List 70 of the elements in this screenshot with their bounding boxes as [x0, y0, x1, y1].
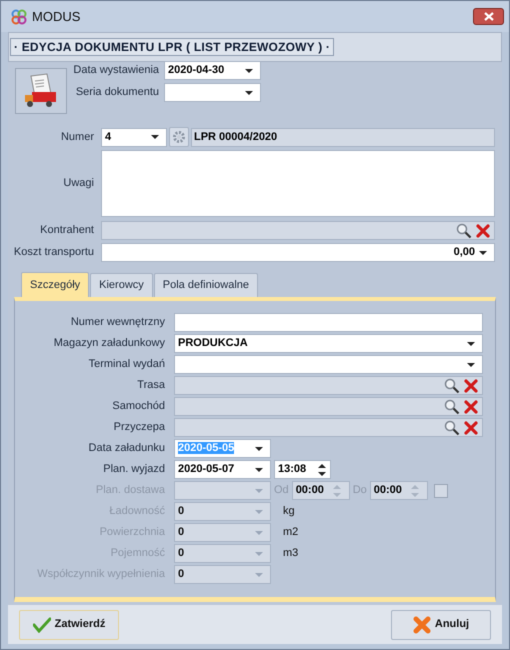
close-icon — [484, 12, 494, 21]
search-icon[interactable] — [456, 222, 472, 238]
lookup-field[interactable] — [174, 418, 483, 437]
field-label: Przyczepa — [112, 420, 165, 436]
lookup-field[interactable] — [174, 397, 483, 416]
field-label: Koszt transportu — [12, 245, 94, 260]
caret-icon — [479, 250, 487, 254]
field-label: Numer wewnętrzny — [70, 315, 165, 330]
dropdown-field[interactable]: PRODUKCJA — [174, 334, 483, 353]
window-title: MODUS — [32, 8, 82, 26]
caret-icon — [255, 446, 263, 450]
field-label: Seria dokumentu — [74, 85, 159, 100]
number-field[interactable]: 4 — [101, 128, 167, 146]
document-number-field: LPR 00004/2020 — [191, 128, 495, 146]
caret-icon — [467, 362, 475, 366]
dropdown-field[interactable] — [164, 83, 261, 102]
caret-icon — [255, 468, 263, 472]
caret-icon — [255, 530, 263, 534]
tab[interactable]: Szczegóły — [21, 272, 90, 297]
confirm-button[interactable]: Zatwierdź — [19, 610, 119, 640]
caret-icon — [255, 552, 263, 556]
lookup-field[interactable] — [174, 376, 483, 395]
search-icon[interactable] — [444, 420, 460, 436]
header-title: · EDYCJA DOKUMENTU LPR ( LIST PRZEWOZOWY ) · — [10, 38, 334, 56]
truck-document-drawing — [23, 73, 59, 109]
field-label: Numer — [60, 130, 94, 145]
field-label: Data załadunku — [88, 441, 165, 456]
time-field[interactable]: 13:08 — [274, 460, 331, 479]
field-label: Samochód — [111, 399, 165, 414]
app-logo-icon — [10, 8, 28, 26]
field-label: Data wystawienia — [72, 63, 159, 78]
date-field[interactable]: 2020-05-07 — [174, 460, 271, 479]
caret-icon — [255, 572, 263, 576]
spinner-arrows-icon[interactable] — [318, 462, 326, 476]
date-field[interactable]: 2020-04-30 — [164, 61, 261, 80]
settings-icon — [172, 130, 186, 144]
field-label: Plan. wyjazd — [102, 462, 165, 478]
delete-icon[interactable] — [464, 400, 478, 414]
delete-icon[interactable] — [464, 420, 478, 434]
amount-field[interactable]: 0,00 — [101, 243, 495, 262]
unit-label: m2 — [283, 525, 298, 540]
check-icon — [32, 616, 51, 632]
search-icon[interactable] — [444, 378, 460, 394]
notes-field[interactable] — [101, 150, 495, 217]
document-icon-button[interactable] — [15, 68, 67, 114]
close-button[interactable] — [473, 8, 504, 25]
delete-icon[interactable] — [464, 378, 478, 392]
field-label: Magazyn załadunkowy — [52, 336, 165, 352]
dropdown-field[interactable] — [174, 355, 483, 374]
search-icon[interactable] — [444, 398, 460, 414]
settings-button[interactable] — [169, 127, 189, 147]
caret-icon — [255, 510, 263, 514]
field-label: Kontrahent — [39, 223, 94, 238]
tab[interactable]: Kierowcy — [90, 273, 153, 297]
cancel-icon — [412, 616, 431, 634]
lookup-field[interactable] — [101, 221, 495, 240]
field-label: Trasa — [136, 378, 165, 394]
unit-label: m3 — [283, 546, 298, 562]
field-label: Terminal wydań — [88, 357, 165, 372]
caret-icon — [255, 488, 263, 492]
caret-icon — [245, 68, 253, 72]
caret-icon — [467, 342, 475, 346]
field-label: Uwagi — [62, 176, 94, 192]
tab[interactable]: Pola definiowalne — [154, 273, 258, 297]
caret-icon — [151, 135, 159, 139]
unit-label: kg — [283, 504, 295, 520]
caret-icon — [245, 90, 253, 94]
cancel-button[interactable]: Anuluj — [391, 610, 491, 640]
delete-icon[interactable] — [476, 224, 490, 238]
text-field[interactable] — [174, 313, 483, 332]
